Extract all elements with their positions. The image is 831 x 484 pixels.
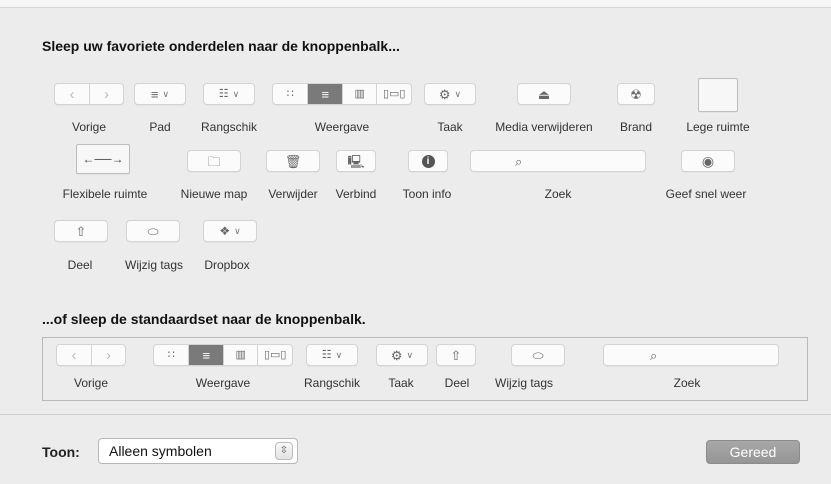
- show-select[interactable]: Alleen symbolen ⇳: [98, 438, 298, 464]
- share-button[interactable]: ⇧: [54, 220, 108, 242]
- column-view-icon: ▥: [222, 345, 258, 365]
- quick-look-label: Geef snel weer: [665, 187, 747, 201]
- connect-server-icon: 🖳: [347, 153, 365, 169]
- default-toolbar-set[interactable]: ‹ › Vorige ∷ ≡ ▥ ▯▭▯ Weergave ☷ ∨ Rangsch…: [42, 337, 808, 401]
- burn-label: Brand: [619, 120, 653, 134]
- coverflow-view-icon[interactable]: ▯▭▯: [376, 84, 411, 104]
- default-arrange-label: Rangschik: [303, 376, 361, 390]
- icon-view-icon: ∷: [167, 348, 175, 361]
- connect-button[interactable]: 🖳: [336, 150, 376, 172]
- path-list-icon: ≡: [150, 86, 159, 102]
- arrange-button[interactable]: ☷ ∨: [203, 83, 255, 105]
- burn-radiation-icon: ☢: [630, 86, 642, 102]
- new-folder-label: Nieuwe map: [180, 187, 248, 201]
- arrange-grid-icon: ☷: [218, 87, 229, 100]
- chevron-right-icon: ›: [88, 84, 123, 104]
- gear-icon: ⚙: [390, 347, 403, 363]
- list-view-icon[interactable]: ≡: [307, 84, 342, 104]
- default-edit-tags-button: ⬭: [511, 344, 565, 366]
- magnifier-icon: ⌕: [650, 347, 658, 363]
- dropbox-icon: ❖: [219, 224, 231, 238]
- burn-button[interactable]: ☢: [617, 83, 655, 105]
- action-button[interactable]: ⚙ ∨: [424, 83, 476, 105]
- chevron-down-icon: ∨: [454, 88, 462, 99]
- new-folder-icon: 🗀: [207, 153, 221, 169]
- default-view-segmented-control: ∷ ≡ ▥ ▯▭▯: [153, 344, 293, 366]
- info-icon: i: [421, 154, 435, 168]
- connect-label: Verbind: [335, 187, 377, 201]
- default-share-label: Deel: [444, 376, 470, 390]
- get-info-button[interactable]: i: [408, 150, 448, 172]
- customize-toolbar-sheet: Sleep uw favoriete onderdelen naar de kn…: [0, 0, 831, 484]
- path-label: Pad: [149, 120, 171, 134]
- share-icon: ⇧: [450, 347, 462, 363]
- column-view-icon[interactable]: ▥: [341, 84, 377, 104]
- eject-button[interactable]: ⏏: [517, 83, 571, 105]
- chevron-left-icon: ‹: [71, 346, 77, 364]
- trash-icon: 🗑: [284, 153, 302, 169]
- default-search-field: ⌕: [603, 344, 779, 366]
- delete-button[interactable]: 🗑: [266, 150, 320, 172]
- dropbox-button[interactable]: ❖ ∨: [203, 220, 257, 242]
- magnifier-icon: ⌕: [515, 153, 523, 169]
- footer-divider: [0, 414, 831, 415]
- tag-icon: ⬭: [532, 347, 544, 363]
- get-info-label: Toon info: [402, 187, 452, 201]
- default-edit-tags-label: Wijzig tags: [494, 376, 554, 390]
- chevron-left-icon: ‹: [69, 85, 75, 103]
- default-back-forward-button: ‹ ›: [56, 344, 126, 366]
- default-view-label: Weergave: [195, 376, 251, 390]
- new-folder-button[interactable]: 🗀: [187, 150, 241, 172]
- eject-icon: ⏏: [537, 86, 551, 102]
- default-action-label: Taak: [388, 376, 414, 390]
- done-button[interactable]: Gereed: [706, 440, 800, 464]
- sheet-top-edge: [0, 0, 831, 8]
- eye-icon: ◉: [701, 153, 715, 169]
- default-arrange-button: ☷ ∨: [306, 344, 358, 366]
- share-label: Deel: [67, 258, 93, 272]
- chevron-right-icon: ›: [90, 345, 125, 365]
- search-field[interactable]: ⌕: [470, 150, 646, 172]
- default-share-button: ⇧: [436, 344, 476, 366]
- chevron-down-icon: ∨: [406, 349, 414, 360]
- share-icon: ⇧: [75, 223, 87, 239]
- updown-chevron-icon: ⇳: [275, 442, 293, 460]
- back-forward-button[interactable]: ‹ ›: [54, 83, 124, 105]
- default-set-heading: ...of sleep de standaardset naar de knop…: [42, 311, 366, 327]
- chevron-down-icon: ∨: [234, 225, 241, 236]
- arrange-label: Rangschik: [200, 120, 258, 134]
- space-label: Lege ruimte: [686, 120, 750, 134]
- arrange-grid-icon: ☷: [321, 348, 332, 361]
- list-view-icon: ≡: [188, 345, 223, 365]
- search-label: Zoek: [544, 187, 572, 201]
- icon-view-icon[interactable]: ∷: [273, 84, 307, 104]
- view-segmented-control[interactable]: ∷ ≡ ▥ ▯▭▯: [272, 83, 412, 105]
- quick-look-button[interactable]: ◉: [681, 150, 735, 172]
- default-action-button: ⚙ ∨: [376, 344, 428, 366]
- default-search-label: Zoek: [673, 376, 701, 390]
- show-label: Toon:: [42, 444, 80, 460]
- default-back-label: Vorige: [73, 376, 109, 390]
- favorites-heading: Sleep uw favoriete onderdelen naar de kn…: [42, 38, 400, 54]
- space-item[interactable]: [698, 78, 738, 112]
- dropbox-label: Dropbox: [204, 258, 250, 272]
- edit-tags-label: Wijzig tags: [124, 258, 184, 272]
- flexible-space-label: Flexibele ruimte: [62, 187, 148, 201]
- back-label: Vorige: [71, 120, 107, 134]
- chevron-down-icon: ∨: [162, 88, 170, 99]
- gear-icon: ⚙: [438, 86, 451, 102]
- chevron-down-icon: ∨: [232, 88, 240, 99]
- double-arrow-icon: ←──→: [82, 152, 124, 166]
- show-select-value: Alleen symbolen: [109, 443, 212, 459]
- action-label: Taak: [437, 120, 463, 134]
- chevron-down-icon: ∨: [335, 349, 343, 360]
- path-button[interactable]: ≡ ∨: [134, 83, 186, 105]
- view-label: Weergave: [314, 120, 370, 134]
- tag-icon: ⬭: [147, 223, 159, 239]
- eject-label: Media verwijderen: [495, 120, 593, 134]
- edit-tags-button[interactable]: ⬭: [126, 220, 180, 242]
- flexible-space-item[interactable]: ←──→: [76, 144, 130, 174]
- delete-label: Verwijder: [268, 187, 318, 201]
- coverflow-view-icon: ▯▭▯: [257, 345, 292, 365]
